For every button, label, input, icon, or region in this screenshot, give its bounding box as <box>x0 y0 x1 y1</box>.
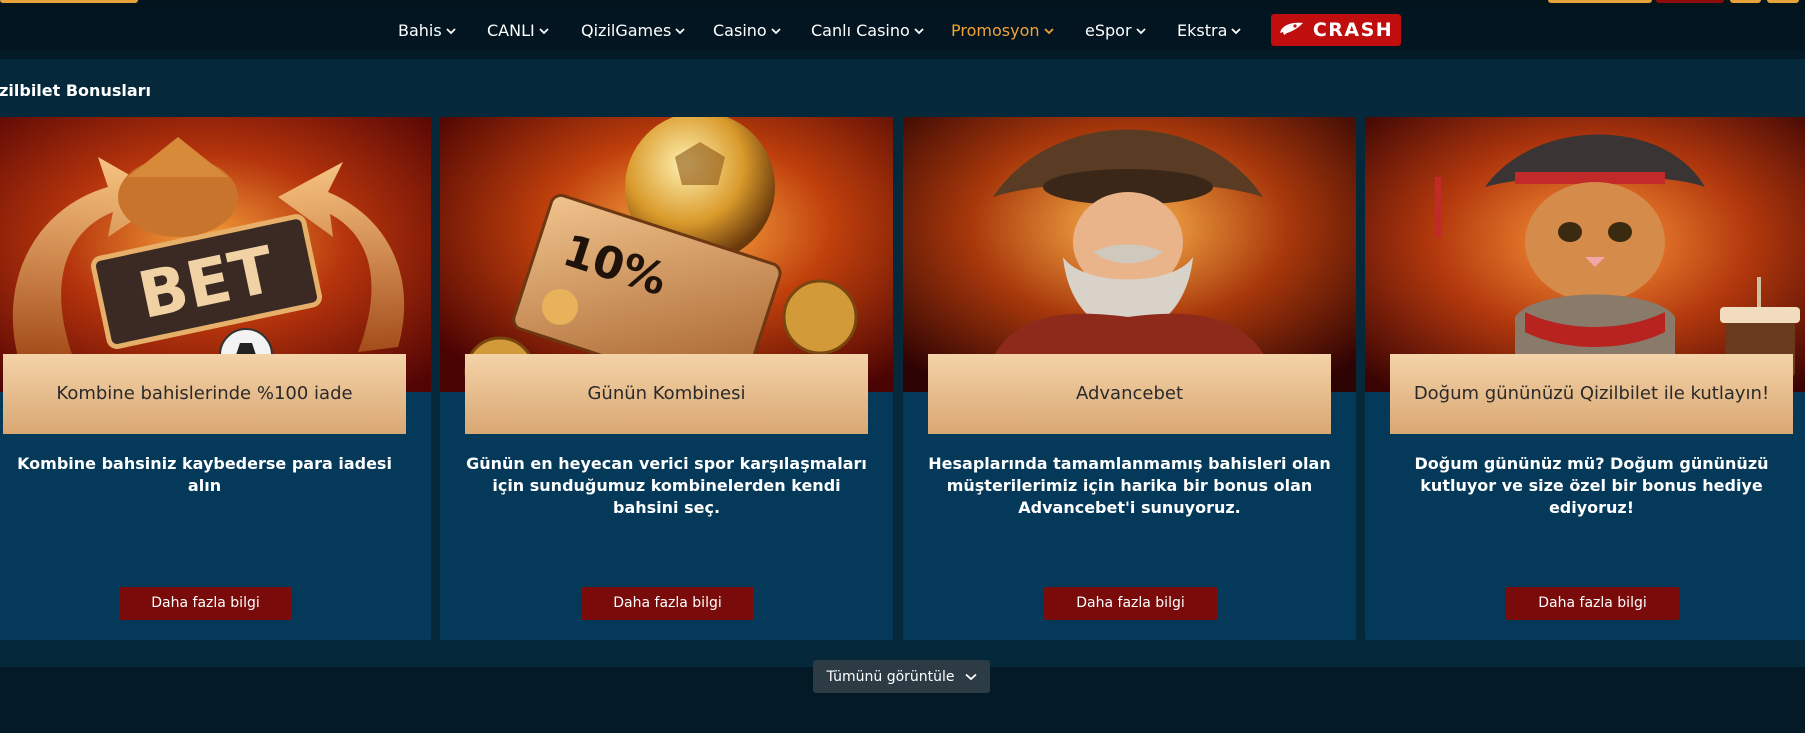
chevron-down-icon <box>1043 28 1054 35</box>
chevron-down-icon <box>914 28 924 35</box>
nav-item-espor[interactable]: eSpor <box>1085 10 1146 51</box>
promo-card-description: Hesaplarında tamamlanmamış bahisleri ola… <box>928 454 1331 517</box>
view-all-label: Tümünü görüntüle <box>826 668 955 685</box>
nav-item-casino[interactable]: Casino <box>713 10 781 51</box>
more-info-button[interactable]: Daha fazla bilgi <box>1044 587 1217 620</box>
chevron-down-icon <box>1231 28 1242 35</box>
nav-item-promosyon[interactable]: Promosyon <box>951 10 1054 51</box>
nav-item-canli[interactable]: CANLI <box>487 10 549 51</box>
section-title: Qizilbilet Bonusları <box>0 81 152 100</box>
crash-label: CRASH <box>1312 19 1394 41</box>
more-info-button[interactable]: Daha fazla bilgi <box>119 587 292 620</box>
chevron-down-icon <box>1135 28 1146 35</box>
nav-item-label: eSpor <box>1085 21 1132 40</box>
nav-item-canli-casino[interactable]: Canlı Casino <box>811 10 924 51</box>
nav-item-label: Ekstra <box>1177 21 1228 40</box>
top-button-left[interactable] <box>0 0 138 3</box>
nav-item-qizilgames[interactable]: QizilGames <box>581 10 685 51</box>
chevron-down-icon <box>675 28 685 35</box>
top-button-register[interactable] <box>1656 0 1724 3</box>
promo-card-title: Günün Kombinesi <box>465 354 868 434</box>
promo-card-description: Kombine bahsiniz kaybederse para iadesi … <box>17 454 392 495</box>
promo-image-daily-combo: 10% <box>440 117 893 392</box>
promo-card-title: Doğum gününüzü Qizilbilet ile kutlayın! <box>1390 354 1793 434</box>
more-info-button[interactable]: Daha fazla bilgi <box>1506 587 1679 620</box>
nav-item-label: Promosyon <box>951 21 1040 40</box>
promo-image-bet: BET <box>0 117 431 392</box>
promo-card: Advancebet Hesaplarında tamamlanmamış ba… <box>903 117 1356 640</box>
crash-button[interactable]: CRASH <box>1271 14 1401 46</box>
top-button-small-2[interactable] <box>1767 0 1799 3</box>
nav-item-ekstra[interactable]: Ekstra <box>1177 10 1242 51</box>
promo-card: Doğum gününüzü Qizilbilet ile kutlayın! … <box>1365 117 1805 640</box>
top-strip <box>0 0 1805 10</box>
top-button-small-1[interactable] <box>1730 0 1761 3</box>
nav-item-label: Casino <box>713 21 767 40</box>
promo-card: 10% Günün Kombinesi Günün en heyecan ver… <box>440 117 893 640</box>
promo-card-title: Kombine bahislerinde %100 iade <box>3 354 406 434</box>
chevron-down-icon <box>539 28 549 35</box>
main-nav: Bahis CANLI QizilGames Casino Canlı Casi… <box>0 10 1805 51</box>
view-all-button[interactable]: Tümünü görüntüle <box>813 660 990 693</box>
promo-image-pirate <box>903 117 1356 392</box>
nav-item-label: Canlı Casino <box>811 21 910 40</box>
promo-card-title: Advancebet <box>928 354 1331 434</box>
more-info-button[interactable]: Daha fazla bilgi <box>581 587 754 620</box>
nav-item-label: CANLI <box>487 21 535 40</box>
top-button-login[interactable] <box>1548 0 1652 3</box>
chevron-down-icon <box>964 669 977 685</box>
chevron-down-icon <box>446 28 456 35</box>
rocket-icon <box>1279 20 1305 40</box>
nav-item-label: Bahis <box>398 21 442 40</box>
promo-card-description: Doğum gününüz mü? Doğum gününüzü kutluyo… <box>1414 454 1769 517</box>
chevron-down-icon <box>771 28 781 35</box>
nav-item-bahis[interactable]: Bahis <box>398 10 456 51</box>
promo-card-description: Günün en heyecan verici spor karşılaşmal… <box>466 454 867 517</box>
promo-card: BET Kombine bahislerinde %100 iade Kombi… <box>0 117 431 640</box>
promo-image-cat <box>1365 117 1805 392</box>
nav-item-label: QizilGames <box>581 21 672 40</box>
